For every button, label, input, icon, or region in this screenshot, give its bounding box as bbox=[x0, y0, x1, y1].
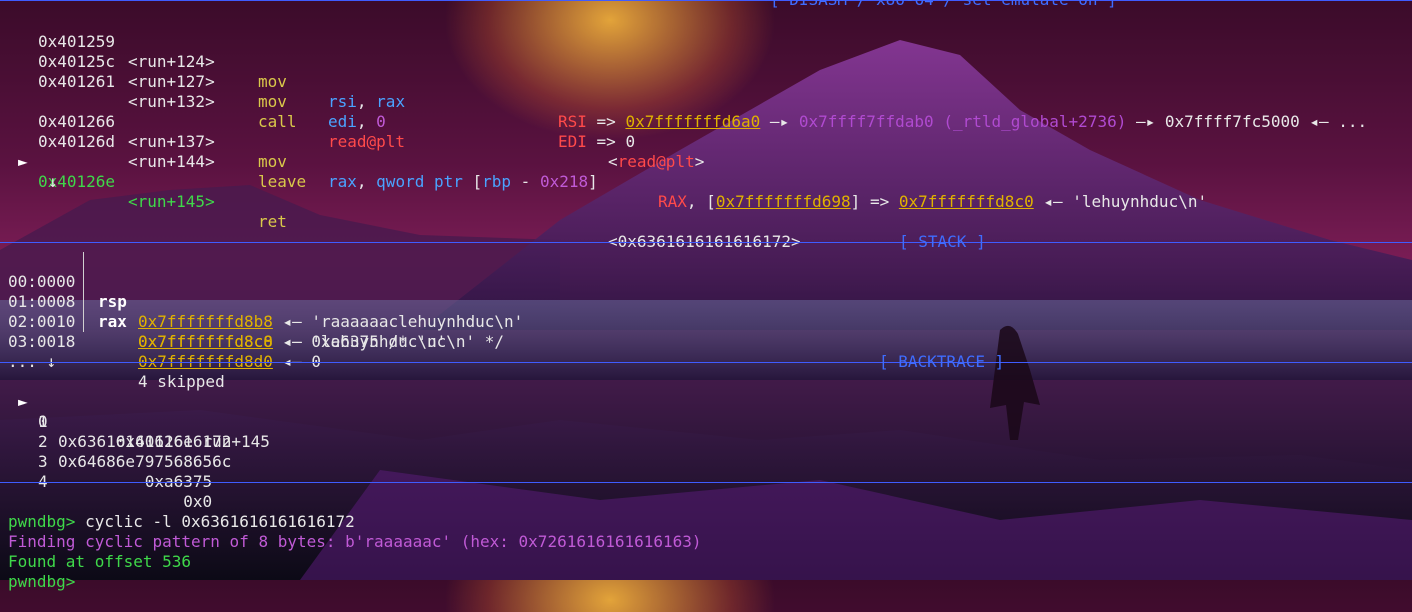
disasm-line: 0x401266 <run+137> mov rax, qword ptr [r… bbox=[0, 92, 1412, 211]
pwndbg-terminal: [ DISASM / x86-64 / set emulate on ] 0x4… bbox=[0, 0, 1412, 591]
insn-offset: <run+145> bbox=[128, 192, 215, 211]
console-output: Found at offset 536 bbox=[0, 532, 1412, 571]
disasm-rule bbox=[0, 0, 1412, 1]
insn-address: 0x401261 bbox=[38, 72, 116, 91]
mem-size-keyword: qword ptr bbox=[376, 172, 463, 191]
insn-sep: , bbox=[356, 172, 377, 191]
console-input-line[interactable]: pwndbg> bbox=[0, 552, 1412, 591]
disasm-header-title: [ DISASM / x86-64 / set emulate on ] bbox=[768, 0, 1119, 10]
pointer-link[interactable]: 0x7fffffffd8c0 bbox=[899, 192, 1034, 211]
disasm-line: 0x40126d <run+144> leave bbox=[0, 112, 1412, 191]
backtrace-header: [ BACKTRACE ] bbox=[0, 352, 1412, 372]
prompt: pwndbg> bbox=[8, 572, 76, 591]
section-end-rule bbox=[0, 472, 1412, 492]
stack-row: 00:0000 rsp 0x7fffffffd8b8 ◂— 'raaaaaacl… bbox=[0, 252, 1412, 331]
insn-offset: <run+127> bbox=[128, 72, 215, 91]
mem-minus: - bbox=[511, 172, 540, 191]
console-output: Finding cyclic pattern of 8 bytes: b'raa… bbox=[0, 512, 1412, 551]
disasm-more: ↓ bbox=[0, 152, 1412, 191]
disasm-line: 0x401259 <run+124> mov rsi, rax RSI => 0… bbox=[0, 12, 1412, 131]
emulate-mid: ] => bbox=[850, 192, 899, 211]
backtrace-row: 3 0xa6375 bbox=[0, 432, 1412, 491]
backtrace-rule bbox=[0, 362, 1412, 363]
stack-row: 02:0010 0x7fffffffd8c8 ◂— 0xa6375 /* 'uc… bbox=[0, 292, 1412, 351]
stack-row: 01:0008 rax 0x7fffffffd8c0 ◂— 'lehuynhdu… bbox=[0, 272, 1412, 351]
end-rule bbox=[0, 482, 1412, 483]
down-arrow-icon: ↓ bbox=[48, 172, 58, 191]
disasm-line: 0x40125c <run+127> mov edi, 0 EDI => 0 bbox=[0, 32, 1412, 151]
mem-offset: 0x218 bbox=[539, 172, 589, 191]
emulate-register: RAX bbox=[658, 192, 687, 211]
emulate-pre: , [ bbox=[686, 192, 716, 211]
stack-header-title: [ STACK ] bbox=[899, 232, 986, 251]
backtrace-header-title: [ BACKTRACE ] bbox=[879, 352, 1005, 371]
backtrace-row: ► 0 0x40126e run+145 bbox=[0, 372, 1412, 451]
pointer-link[interactable]: 0x7fffffffd698 bbox=[716, 192, 851, 211]
disasm-line: 0x401261 <run+132> call read@plt <read@p… bbox=[0, 52, 1412, 171]
insn-arg: rax bbox=[328, 172, 357, 191]
insn-opcode: leave bbox=[258, 172, 307, 191]
disasm-header: [ DISASM / x86-64 / set emulate on ] bbox=[0, 0, 1412, 10]
stack-row: 03:0018 0x7fffffffd8d0 ◂— 0 bbox=[0, 312, 1412, 371]
mem-close: ] bbox=[588, 172, 598, 191]
mem-open: [ bbox=[462, 172, 483, 191]
mem-base: rbp bbox=[482, 172, 512, 191]
insn-opcode: mov bbox=[258, 72, 287, 91]
insn-opcode: ret bbox=[258, 212, 287, 231]
stack-skipped: ... ↓ 4 skipped bbox=[0, 332, 1412, 391]
stack-rule bbox=[0, 242, 1412, 243]
disasm-line-current: ► 0x40126e <run+145> ret <0x636161616161… bbox=[0, 132, 1412, 251]
backtrace-row: 1 0x6361616161616172 bbox=[0, 392, 1412, 451]
deref-string: ◂— 'lehuynhduc\n' bbox=[1033, 192, 1208, 211]
console-command-line[interactable]: pwndbg> cyclic -l 0x6361616161616172 bbox=[0, 492, 1412, 531]
backtrace-row: 2 0x64686e797568656c bbox=[0, 412, 1412, 471]
backtrace-row: 4 0x0 bbox=[0, 452, 1412, 511]
stack-header: [ STACK ] bbox=[0, 232, 1412, 252]
